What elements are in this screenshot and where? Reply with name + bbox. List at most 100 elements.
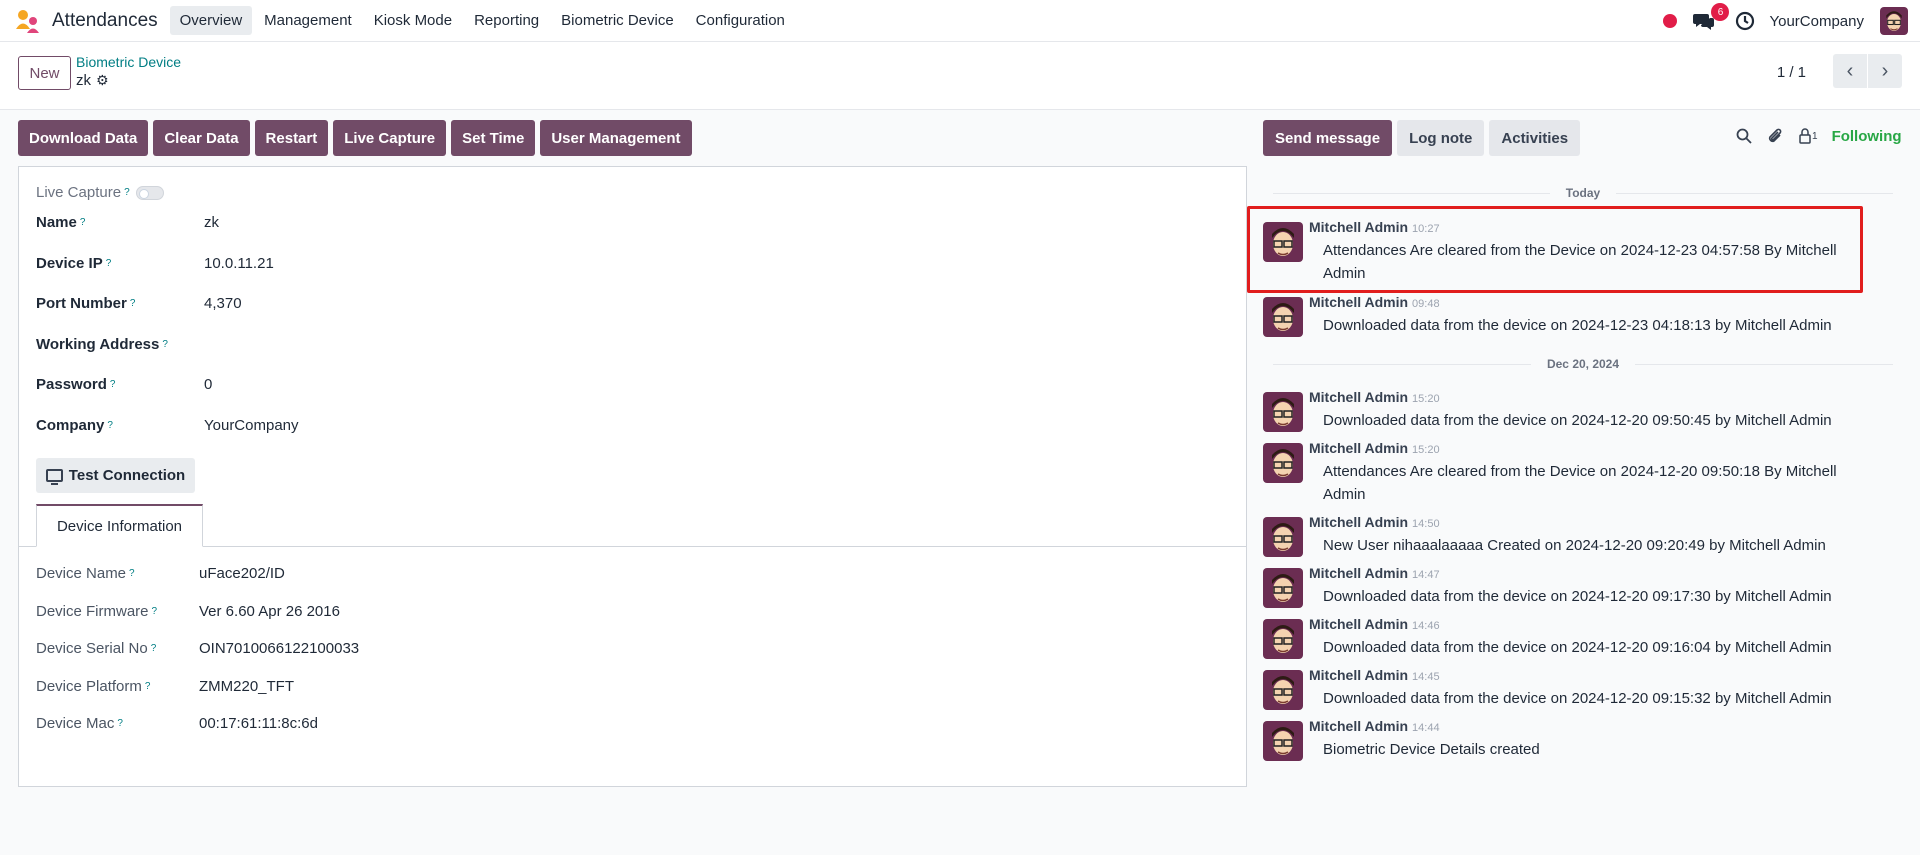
avatar[interactable] xyxy=(1263,721,1303,761)
help-icon[interactable]: ? xyxy=(124,187,130,198)
chatter-tools: 1 Following xyxy=(1734,126,1902,146)
tab-device-information[interactable]: Device Information xyxy=(36,504,203,547)
message-author[interactable]: Mitchell Admin 15:20 xyxy=(1309,440,1440,456)
pager-next-button[interactable]: › xyxy=(1868,54,1902,88)
log-note-button[interactable]: Log note xyxy=(1397,120,1485,156)
port-number-input[interactable]: 4,370 xyxy=(204,295,242,312)
record-name: zk xyxy=(76,72,91,89)
message-author[interactable]: Mitchell Admin 14:47 xyxy=(1309,565,1440,581)
date-separator-label: Today xyxy=(1565,186,1601,200)
main-menu: Overview Management Kiosk Mode Reporting… xyxy=(169,6,797,35)
message-body: Downloaded data from the device on 2024-… xyxy=(1323,639,1832,656)
avatar[interactable] xyxy=(1263,222,1303,262)
attendances-app-icon[interactable] xyxy=(14,7,42,35)
search-icon[interactable] xyxy=(1734,126,1754,146)
message-author[interactable]: Mitchell Admin 14:44 xyxy=(1309,718,1440,734)
avatar[interactable] xyxy=(1263,517,1303,557)
message-time: 10:27 xyxy=(1412,223,1440,235)
breadcrumb-biometric-device[interactable]: Biometric Device xyxy=(76,54,181,70)
set-time-button[interactable]: Set Time xyxy=(451,120,536,156)
download-data-button[interactable]: Download Data xyxy=(18,120,149,156)
menu-reporting[interactable]: Reporting xyxy=(464,6,549,35)
message-body: Downloaded data from the device on 2024-… xyxy=(1323,412,1832,429)
followers-icon[interactable]: 1 xyxy=(1798,126,1818,146)
activities-button[interactable]: Activities xyxy=(1489,120,1581,156)
device-serial-label: Device Serial No xyxy=(36,640,148,657)
live-capture-toggle[interactable] xyxy=(135,185,164,200)
avatar[interactable] xyxy=(1263,443,1303,483)
device-platform-value: ZMM220_TFT xyxy=(199,678,295,695)
avatar[interactable] xyxy=(1263,392,1303,432)
help-icon[interactable]: ? xyxy=(110,379,116,390)
menu-biometric-device[interactable]: Biometric Device xyxy=(551,6,684,35)
activity-clock-icon[interactable] xyxy=(1735,11,1755,31)
menu-management[interactable]: Management xyxy=(254,6,362,35)
test-connection-button[interactable]: Test Connection xyxy=(36,458,195,493)
tab-divider xyxy=(19,546,1246,547)
message-time: 14:46 xyxy=(1412,620,1440,632)
restart-button[interactable]: Restart xyxy=(254,120,329,156)
help-icon[interactable]: ? xyxy=(162,339,168,350)
user-management-button[interactable]: User Management xyxy=(540,120,692,156)
message-body: Downloaded data from the device on 2024-… xyxy=(1323,317,1832,334)
date-separator: Today xyxy=(1273,186,1894,200)
form-action-bar: Download Data Clear Data Restart Live Ca… xyxy=(18,120,697,156)
help-icon[interactable]: ? xyxy=(130,298,136,309)
help-icon[interactable]: ? xyxy=(145,681,151,692)
recording-indicator-icon[interactable] xyxy=(1663,14,1678,28)
help-icon[interactable]: ? xyxy=(151,643,157,654)
device-ip-label: Device IP xyxy=(36,255,103,272)
message-body: Downloaded data from the device on 2024-… xyxy=(1323,690,1832,707)
help-icon[interactable]: ? xyxy=(80,217,86,228)
clear-data-button[interactable]: Clear Data xyxy=(153,120,250,156)
message-author[interactable]: Mitchell Admin 09:48 xyxy=(1309,294,1440,310)
company-switcher[interactable]: YourCompany xyxy=(1769,13,1864,30)
help-icon[interactable]: ? xyxy=(106,258,112,269)
pager-previous-button[interactable]: ‹ xyxy=(1833,54,1867,88)
message-time: 14:47 xyxy=(1412,569,1440,581)
avatar[interactable] xyxy=(1263,619,1303,659)
avatar[interactable] xyxy=(1263,568,1303,608)
paperclip-icon[interactable] xyxy=(1766,126,1786,146)
help-icon[interactable]: ? xyxy=(117,718,123,729)
device-serial-field: Device Serial No? OIN7010066122100033 xyxy=(36,640,1136,657)
device-mac-field: Device Mac? 00:17:61:11:8c:6d xyxy=(36,715,1136,732)
message-author[interactable]: Mitchell Admin 15:20 xyxy=(1309,389,1440,405)
app-name[interactable]: Attendances xyxy=(52,10,158,32)
company-input[interactable]: YourCompany xyxy=(204,417,299,434)
pager-value[interactable]: 1 / 1 xyxy=(1777,64,1806,81)
record-title: zk ⚙ xyxy=(76,72,109,89)
message-author[interactable]: Mitchell Admin 14:45 xyxy=(1309,667,1440,683)
message-body: Attendances Are cleared from the Device … xyxy=(1323,463,1837,503)
help-icon[interactable]: ? xyxy=(152,606,158,617)
messages-icon[interactable]: 6 xyxy=(1693,3,1730,31)
user-avatar[interactable] xyxy=(1880,7,1908,35)
device-mac-value: 00:17:61:11:8c:6d xyxy=(199,715,318,732)
company-label: Company xyxy=(36,417,105,434)
live-capture-button[interactable]: Live Capture xyxy=(333,120,447,156)
name-label: Name xyxy=(36,214,77,231)
menu-overview[interactable]: Overview xyxy=(169,6,253,35)
password-input[interactable]: 0 xyxy=(204,376,212,393)
avatar[interactable] xyxy=(1263,297,1303,337)
new-button[interactable]: New xyxy=(18,56,71,90)
device-platform-field: Device Platform? ZMM220_TFT xyxy=(36,678,1136,695)
message-time: 14:50 xyxy=(1412,518,1440,530)
message-author[interactable]: Mitchell Admin 14:46 xyxy=(1309,616,1440,632)
name-input[interactable]: zk xyxy=(204,214,219,231)
device-firmware-field: Device Firmware? Ver 6.60 Apr 26 2016 xyxy=(36,603,1136,620)
following-button[interactable]: Following xyxy=(1832,128,1902,145)
send-message-button[interactable]: Send message xyxy=(1263,120,1393,156)
avatar[interactable] xyxy=(1263,670,1303,710)
gear-icon[interactable]: ⚙ xyxy=(96,72,109,89)
device-firmware-value: Ver 6.60 Apr 26 2016 xyxy=(199,603,340,620)
message-author[interactable]: Mitchell Admin 10:27 xyxy=(1309,219,1440,235)
device-ip-input[interactable]: 10.0.11.21 xyxy=(204,255,274,272)
help-icon[interactable]: ? xyxy=(129,568,135,579)
help-icon[interactable]: ? xyxy=(107,420,113,431)
message-time: 15:20 xyxy=(1412,444,1440,456)
menu-kiosk-mode[interactable]: Kiosk Mode xyxy=(364,6,462,35)
message-author[interactable]: Mitchell Admin 14:50 xyxy=(1309,514,1440,530)
control-panel: New Biometric Device zk ⚙ 1 / 1 ‹ › xyxy=(0,42,1920,110)
menu-configuration[interactable]: Configuration xyxy=(686,6,795,35)
